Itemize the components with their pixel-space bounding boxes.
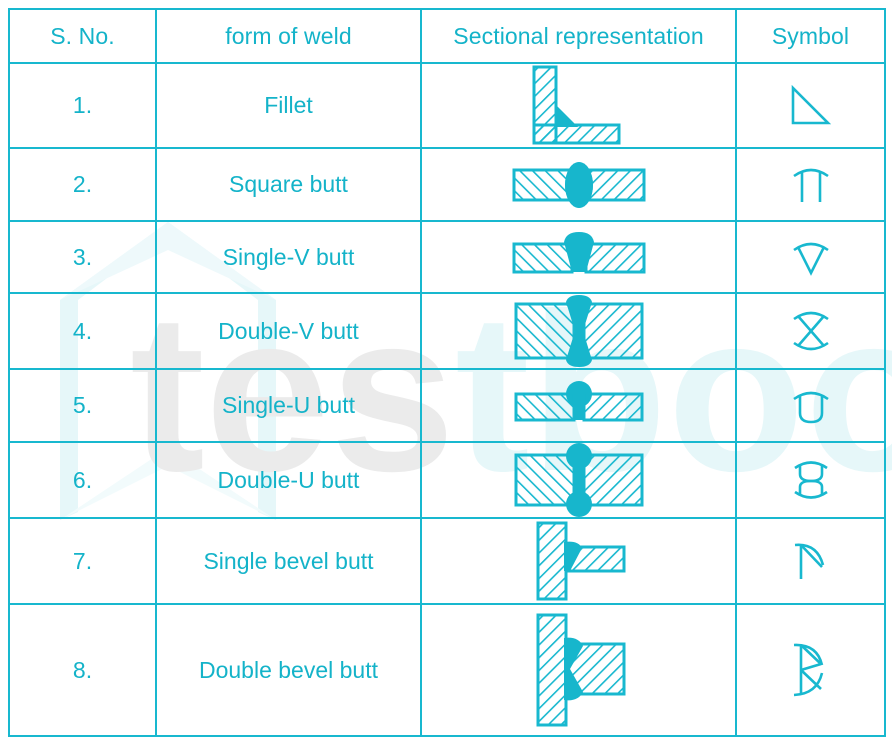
cell-serial-number: 5.: [8, 368, 157, 443]
table-row: 1. Fillet: [8, 62, 886, 149]
table-row: 3. Single-V butt: [8, 220, 886, 294]
cell-serial-number: 4.: [8, 292, 157, 370]
table-row: 5. Single-U butt: [8, 368, 886, 443]
single-u-butt-section-icon: [514, 380, 643, 421]
cell-serial-number: 8.: [8, 603, 157, 737]
table-header-row: S. No. form of weld Sectional representa…: [8, 8, 886, 64]
single-v-butt-symbol-icon: [792, 242, 829, 276]
double-v-butt-symbol-icon: [792, 311, 829, 351]
cell-sectional-representation: [420, 441, 737, 519]
cell-symbol: [735, 220, 886, 294]
cell-form-of-weld: Square butt: [155, 147, 422, 222]
weld-types-table: S. No. form of weld Sectional representa…: [8, 8, 886, 737]
cell-symbol: [735, 603, 886, 737]
cell-sectional-representation: [420, 147, 737, 222]
table-row: 8. Double bevel butt: [8, 603, 886, 737]
cell-sectional-representation: [420, 62, 737, 149]
cell-symbol: [735, 62, 886, 149]
cell-form-of-weld: Double-V butt: [155, 292, 422, 370]
single-u-butt-symbol-icon: [792, 391, 829, 423]
weld-types-table-container: S. No. form of weld Sectional representa…: [8, 8, 886, 737]
double-v-butt-section-icon: [514, 295, 643, 367]
column-header-sectional-representation: Sectional representation: [420, 8, 737, 64]
cell-serial-number: 1.: [8, 62, 157, 149]
cell-sectional-representation: [420, 220, 737, 294]
double-u-butt-symbol-icon: [793, 461, 828, 499]
column-header-serial-number: S. No.: [8, 8, 157, 64]
double-bevel-butt-section-icon: [536, 613, 625, 727]
cell-symbol: [735, 292, 886, 370]
cell-form-of-weld: Fillet: [155, 62, 422, 149]
double-bevel-butt-symbol-icon: [793, 643, 823, 697]
fillet-weld-symbol-icon: [791, 84, 831, 124]
double-u-butt-section-icon: [514, 443, 643, 517]
cell-sectional-representation: [420, 292, 737, 370]
cell-form-of-weld: Double-U butt: [155, 441, 422, 519]
table-header: S. No. form of weld Sectional representa…: [8, 8, 886, 64]
cell-symbol: [735, 147, 886, 222]
table-row: 2. Square butt: [8, 147, 886, 222]
cell-symbol: [735, 368, 886, 443]
square-butt-symbol-icon: [792, 168, 829, 202]
cell-symbol: [735, 441, 886, 519]
cell-serial-number: 3.: [8, 220, 157, 294]
cell-sectional-representation: [420, 603, 737, 737]
cell-sectional-representation: [420, 517, 737, 605]
cell-symbol: [735, 517, 886, 605]
table-body: 1. Fillet 2. Square butt 3. Single-V but…: [8, 62, 886, 737]
cell-serial-number: 7.: [8, 517, 157, 605]
cell-sectional-representation: [420, 368, 737, 443]
cell-form-of-weld: Single bevel butt: [155, 517, 422, 605]
cell-serial-number: 2.: [8, 147, 157, 222]
single-bevel-butt-symbol-icon: [794, 543, 824, 579]
fillet-weld-section-icon: [532, 65, 620, 144]
column-header-symbol: Symbol: [735, 8, 886, 64]
cell-form-of-weld: Single-V butt: [155, 220, 422, 294]
table-row: 6. Double-U butt: [8, 441, 886, 519]
column-header-form-of-weld: form of weld: [155, 8, 422, 64]
single-bevel-butt-section-icon: [536, 521, 625, 601]
square-butt-section-icon: [512, 161, 645, 208]
table-row: 4. Double-V butt: [8, 292, 886, 370]
cell-form-of-weld: Double bevel butt: [155, 603, 422, 737]
cell-serial-number: 6.: [8, 441, 157, 519]
cell-form-of-weld: Single-U butt: [155, 368, 422, 443]
single-v-butt-section-icon: [512, 232, 645, 274]
table-row: 7. Single bevel butt: [8, 517, 886, 605]
